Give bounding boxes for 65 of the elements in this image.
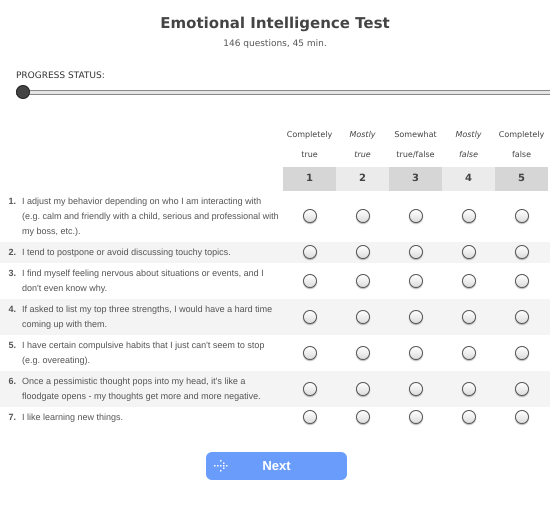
arrow-icon [214,460,228,472]
question-text: Once a pessimistic thought pops into my head, it's like a floodgate opens - my thoughts get more and more negative. [22,374,262,403]
radio-button[interactable] [514,382,528,396]
radio-button[interactable] [302,410,316,424]
radio-button[interactable] [462,410,476,424]
question-text: I adjust my behavior depending on who I am interacting with (e.g. calm and friendly with a child, serious and professional with my boss, etc.). [22,194,280,238]
radio-button[interactable] [462,346,476,360]
radio-button[interactable] [408,209,422,223]
question-number: 5. [7,338,17,352]
question-text: I tend to postpone or avoid discussing touchy topics. [22,246,232,259]
radio-button[interactable] [408,410,422,424]
radio-button[interactable] [462,382,476,396]
radio-button[interactable] [356,245,370,259]
scale-number: 2 [336,166,389,190]
radio-button[interactable] [356,346,370,360]
radio-button[interactable] [302,245,316,259]
radio-button[interactable] [408,274,422,288]
question-number: 7. [7,410,17,424]
radio-button[interactable] [356,310,370,324]
radio-button[interactable] [514,274,528,288]
radio-button[interactable] [514,209,528,223]
radio-button[interactable] [302,382,316,396]
scale-number: 4 [442,166,495,190]
radio-button[interactable] [462,209,476,223]
radio-button[interactable] [514,245,528,259]
scale-number: 1 [283,166,336,190]
radio-button[interactable] [514,346,528,360]
scale-label: Somewhat true/false [393,128,438,160]
radio-button[interactable] [514,410,528,424]
question-text: I have certain compulsive habits that I just can't seem to stop (e.g. overeating). [22,338,266,367]
radio-button[interactable] [408,346,422,360]
scale-label: Mostly true [348,128,377,160]
radio-button[interactable] [408,382,422,396]
radio-button[interactable] [408,310,422,324]
scale-label: Mostly false [454,128,483,160]
radio-button[interactable] [302,274,316,288]
question-number: 3. [7,266,17,280]
scale-number: 5 [495,166,548,190]
radio-button[interactable] [356,209,370,223]
radio-button[interactable] [462,310,476,324]
question-text: If asked to list my top three strengths, I would have a hard time coming up with them. [22,302,274,331]
page-title: Emotional Intelligence Test [160,13,390,34]
radio-button[interactable] [356,382,370,396]
next-button[interactable]: Next [206,452,347,480]
radio-button[interactable] [514,310,528,324]
progress-label: PROGRESS STATUS: [16,70,105,83]
question-number: 4. [7,302,17,316]
radio-button[interactable] [462,245,476,259]
scale-label: Completely false [498,128,546,160]
radio-button[interactable] [302,346,316,360]
radio-button[interactable] [302,310,316,324]
question-text: I like learning new things. [22,410,124,424]
question-text: I find myself feeling nervous about situations or events, and I don't even know why. [22,266,265,295]
slider-thumb[interactable] [16,84,30,98]
question-number: 6. [7,374,17,388]
radio-button[interactable] [356,410,370,424]
scale-number: 3 [389,166,442,190]
page-subtitle: 146 questions, 45 min. [223,38,327,50]
question-number: 1. [7,194,17,208]
question-number: 2. [7,246,17,258]
radio-button[interactable] [356,274,370,288]
scale-label: Completely true [286,128,334,160]
radio-button[interactable] [408,245,422,259]
radio-button[interactable] [462,274,476,288]
radio-button[interactable] [302,209,316,223]
